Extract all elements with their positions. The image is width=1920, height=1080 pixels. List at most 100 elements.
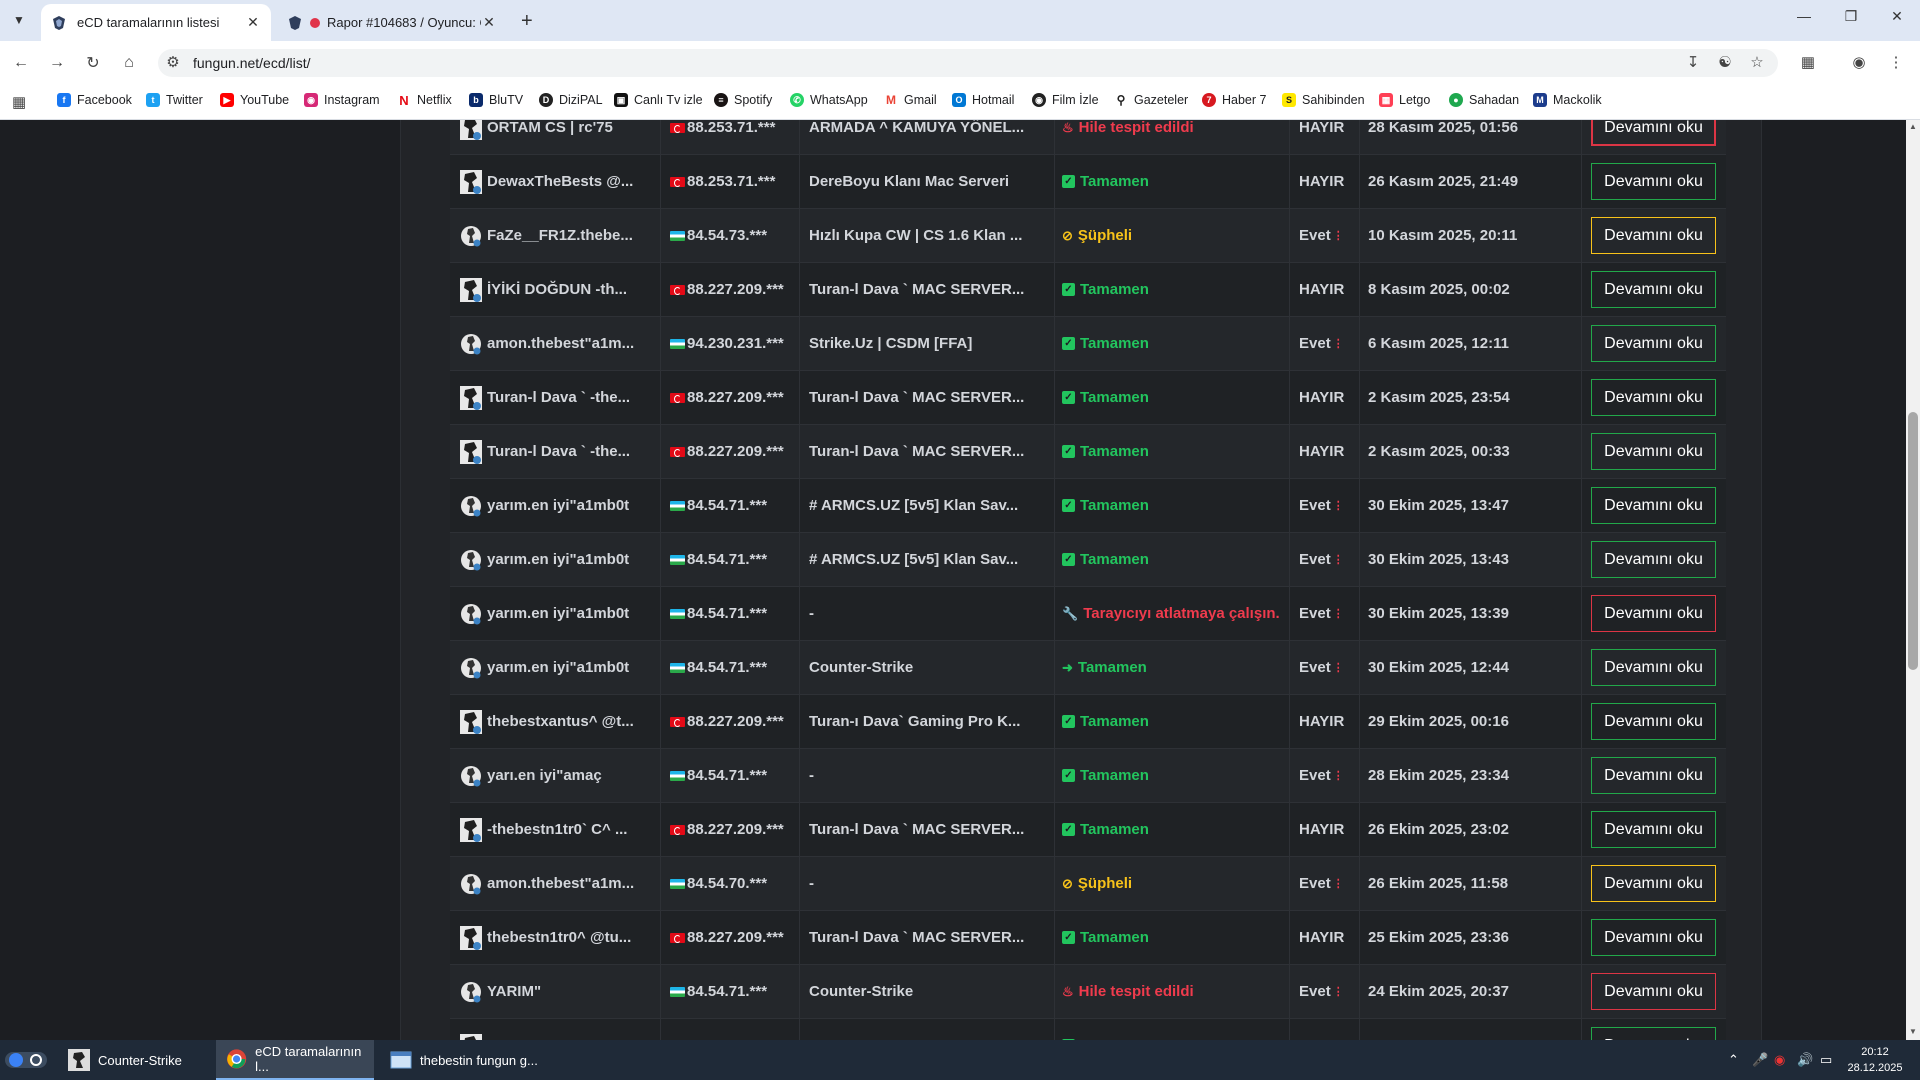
apps-grid-icon[interactable]: ▦ [12, 93, 26, 111]
player-name[interactable]: YARIM" [487, 983, 541, 1000]
player-name[interactable]: yarı.en iyi"amaç [487, 767, 602, 784]
bookmark-letgo[interactable]: ▦ Letgo [1379, 93, 1430, 107]
translate-icon[interactable]: ☯ [1714, 51, 1736, 73]
window-close-icon[interactable]: ✕ [1877, 8, 1917, 25]
player-name[interactable]: thebestxantus^ @t... [487, 713, 634, 730]
microphone-icon[interactable]: 🎤 [1752, 1052, 1768, 1068]
install-icon[interactable]: ↧ [1682, 51, 1704, 73]
player-name[interactable]: ORTAM CS | rc'75 [487, 120, 613, 136]
player-cell[interactable]: Turan-l Dava ` -the... [460, 371, 650, 424]
player-cell[interactable]: DewaxTheBests @... [460, 155, 650, 208]
player-cell[interactable]: amon.thebest"a1m... [460, 857, 650, 910]
player-cell[interactable]: İYİKİ DOĞDUN -th... [460, 263, 650, 316]
player-name[interactable]: Turan-l Dava ` -the... [487, 443, 630, 460]
profile-icon[interactable]: ◉ [1848, 51, 1870, 73]
read-more-button[interactable]: Devamını oku [1591, 919, 1716, 956]
taskbar-app-counter-strike[interactable]: Counter-Strike [58, 1040, 210, 1080]
read-more-button[interactable]: Devamını oku [1591, 811, 1716, 848]
bookmark-canli-tv[interactable]: ▣ Canlı Tv izle [614, 93, 703, 107]
bookmark-youtube[interactable]: ▶ YouTube [220, 93, 289, 107]
forward-icon[interactable]: → [46, 52, 68, 74]
read-more-button[interactable]: Devamını oku [1591, 649, 1716, 686]
minimize-icon[interactable]: — [1784, 8, 1824, 24]
player-name[interactable]: thebestn1tr0^ @tu... [487, 929, 631, 946]
player-cell[interactable]: yarım.en iyi"a1mb0t [460, 641, 650, 694]
read-more-button[interactable]: Devamını oku [1591, 757, 1716, 794]
bookmark-facebook[interactable]: f Facebook [57, 93, 132, 107]
network-icon[interactable]: ▭ [1820, 1052, 1832, 1068]
close-icon[interactable]: ✕ [245, 14, 261, 31]
player-name[interactable]: DewaxTheBests @... [487, 173, 633, 190]
player-name[interactable]: -thebestn1tr0` C^ ... [487, 821, 627, 838]
bookmark-dizipal[interactable]: D DiziPAL [539, 93, 603, 107]
bookmark-sahibinden[interactable]: S Sahibinden [1282, 93, 1365, 107]
player-cell[interactable]: FaZe__FR1Z.thebe... [460, 209, 650, 262]
player-name[interactable]: yarım.en iyi"a1mb0t [487, 659, 629, 676]
player-name[interactable]: Turan-l Dava ` -the... [487, 389, 630, 406]
read-more-button[interactable]: Devamını oku [1591, 379, 1716, 416]
player-cell[interactable]: thebestn1tr0^ @tu... [460, 911, 650, 964]
site-info-icon[interactable]: ⚙ [162, 51, 184, 73]
read-more-button[interactable]: Devamını oku [1591, 595, 1716, 632]
player-cell[interactable]: yarı.en iyi"amaç [460, 749, 650, 802]
player-cell[interactable]: thebestxantus^ @t... [460, 695, 650, 748]
menu-icon[interactable]: ⋮ [1885, 51, 1907, 73]
read-more-button[interactable]: Devamını oku [1591, 433, 1716, 470]
player-cell[interactable]: -thebestn1tr0` C^ ... [460, 803, 650, 856]
read-more-button[interactable]: Devamını oku [1591, 1027, 1716, 1040]
close-icon[interactable]: ✕ [481, 14, 497, 31]
player-name[interactable]: yarım.en iyi"a1mb0t [487, 551, 629, 568]
player-cell[interactable]: yarım.en iyi"a1mb0t [460, 479, 650, 532]
read-more-button[interactable]: Devamını oku [1591, 487, 1716, 524]
tab-search-button[interactable]: ▼ [6, 9, 32, 31]
read-more-button[interactable]: Devamını oku [1591, 325, 1716, 362]
player-name[interactable]: İYİKİ DOĞDUN -th... [487, 281, 627, 298]
bookmark-hotmail[interactable]: O Hotmail [952, 93, 1014, 107]
bookmark-blutv[interactable]: b BluTV [469, 93, 523, 107]
player-name[interactable]: yarım.en iyi"a1mb0t [487, 497, 629, 514]
speaker-icon[interactable]: 🔊 [1797, 1052, 1813, 1068]
bookmark-gmail[interactable]: M Gmail [884, 93, 937, 107]
player-cell[interactable]: yarım.en iyi"a1mb0t [460, 587, 650, 640]
bookmark-star-icon[interactable]: ☆ [1746, 51, 1768, 73]
back-icon[interactable]: ← [10, 52, 32, 74]
bookmark-twitter[interactable]: t Twitter [146, 93, 203, 107]
bookmark-netflix[interactable]: N Netflix [397, 93, 452, 108]
player-name[interactable]: amon.thebest"a1m... [487, 875, 634, 892]
reload-icon[interactable]: ↻ [82, 52, 104, 74]
bookmark-haber7[interactable]: 7 Haber 7 [1202, 93, 1266, 107]
bookmark-whatsapp[interactable]: ✆ WhatsApp [790, 93, 868, 107]
taskbar-clock[interactable]: 20:12 28.12.2025 [1840, 1044, 1910, 1076]
home-icon[interactable]: ⌂ [118, 52, 140, 74]
address-bar[interactable] [158, 49, 1778, 77]
new-tab-button[interactable]: + [521, 10, 533, 33]
player-cell[interactable]: Turan-l Dava ` -the... [460, 425, 650, 478]
player-cell[interactable]: yarım.en iyi"a1mb0t [460, 533, 650, 586]
read-more-button[interactable]: Devamını oku [1591, 217, 1716, 254]
player-cell[interactable]: ORTAM CS | rc'75 [460, 120, 650, 154]
bookmark-mackolik[interactable]: M Mackolik [1533, 93, 1602, 107]
read-more-button[interactable]: Devamını oku [1591, 865, 1716, 902]
player-cell[interactable]: YARIM" [460, 965, 650, 1018]
bookmark-film-izle[interactable]: ◉ Film İzle [1032, 93, 1099, 107]
bookmark-instagram[interactable]: ◉ Instagram [304, 93, 380, 107]
url-text[interactable]: fungun.net/ecd/list/ [193, 55, 311, 71]
read-more-button[interactable]: Devamını oku [1591, 271, 1716, 308]
extensions-icon[interactable]: ▦ [1797, 51, 1819, 73]
scroll-thumb[interactable] [1908, 412, 1918, 670]
taskbar-app-window[interactable]: thebestin fungun g... [380, 1040, 538, 1080]
tab-report[interactable]: Rapor #104683 / Oyuncu: C ✕ [277, 4, 507, 41]
read-more-button[interactable]: Devamını oku [1591, 541, 1716, 578]
read-more-button[interactable]: Devamını oku [1591, 703, 1716, 740]
player-name[interactable]: FaZe__FR1Z.thebe... [487, 227, 633, 244]
scroll-down-arrow-icon[interactable]: ▼ [1906, 1027, 1920, 1036]
tab-ecd-list[interactable]: eCD taramalarının listesi ✕ [41, 4, 271, 41]
player-name[interactable]: amon.thebest"a1m... [487, 335, 634, 352]
player-name[interactable]: yarım.en iyi"a1mb0t [487, 605, 629, 622]
scroll-up-arrow-icon[interactable]: ▲ [1906, 122, 1920, 131]
player-cell[interactable] [460, 1019, 650, 1040]
tray-chevron-icon[interactable]: ⌃ [1728, 1052, 1739, 1068]
taskbar-app-chrome[interactable]: eCD taramalarının l... [216, 1040, 374, 1080]
restore-icon[interactable]: ❐ [1831, 8, 1871, 25]
bookmark-spotify[interactable]: ≡ Spotify [714, 93, 772, 107]
